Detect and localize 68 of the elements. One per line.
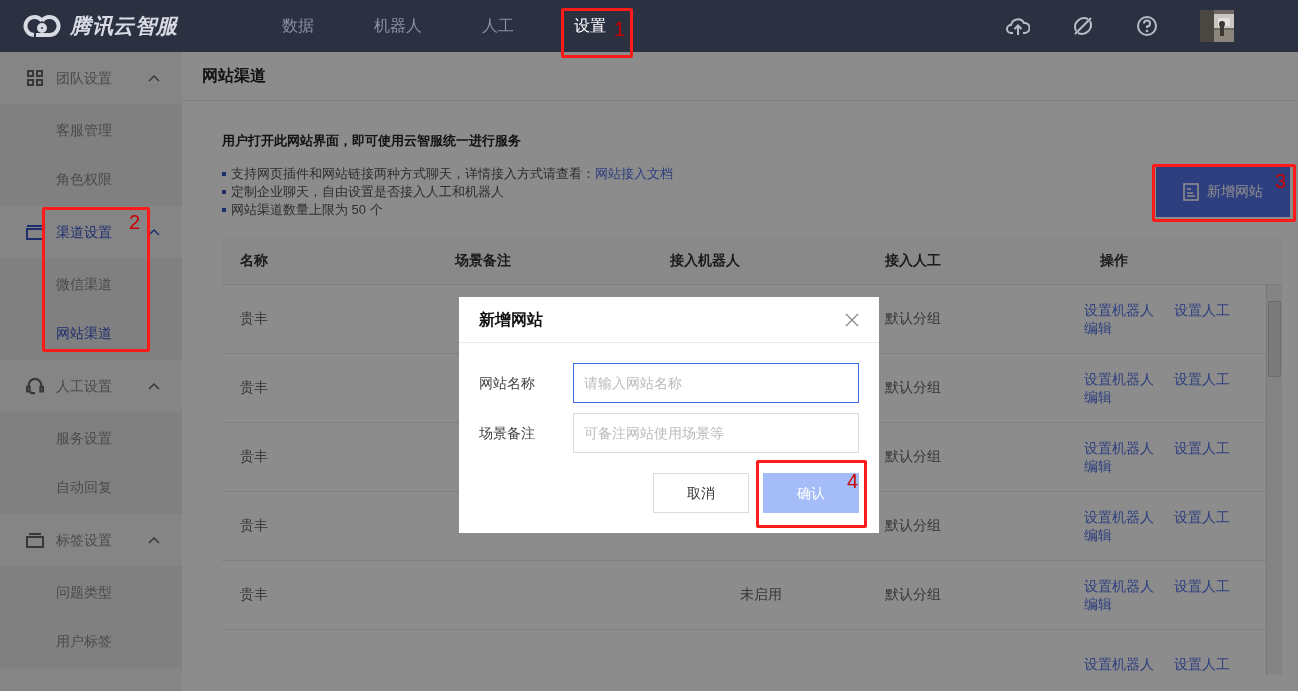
docs-link[interactable]: 网站接入文档 <box>595 164 673 183</box>
action-link[interactable]: 设置机器人 <box>1084 576 1154 595</box>
action-link[interactable]: 设置人工 <box>1174 300 1230 319</box>
table-cell: 默认分组 <box>885 517 941 533</box>
action-link[interactable]: 设置机器人 <box>1084 438 1154 457</box>
folder-icon <box>26 224 44 240</box>
field-label: 场景备注 <box>479 423 536 443</box>
table-cell: 贵丰 <box>240 379 268 395</box>
column-header: 操作 <box>1099 250 1129 270</box>
logo-text: 腾讯云智服 <box>70 13 178 40</box>
bullet-icon <box>222 189 226 194</box>
action-link[interactable]: 设置人工 <box>1174 507 1230 526</box>
cancel-button[interactable]: 取消 <box>653 473 749 513</box>
dialog-title: 新增网站 <box>479 309 543 330</box>
action-link[interactable]: 编辑 <box>1084 318 1112 337</box>
folder-icon <box>26 532 44 548</box>
field-label: 网站名称 <box>479 373 536 393</box>
action-link[interactable]: 编辑 <box>1084 525 1112 544</box>
headset-icon <box>26 377 44 395</box>
nav-tab[interactable]: 设置 <box>574 0 606 52</box>
table-cell: 贵丰 <box>240 448 268 464</box>
help-icon <box>1136 15 1158 37</box>
action-link[interactable]: 编辑 <box>1084 456 1112 475</box>
nav-tab[interactable]: 人工 <box>482 0 514 52</box>
input-field[interactable]: 请输入网站名称 <box>573 363 859 403</box>
table-cell: 未启用 <box>739 586 782 602</box>
table-cell: 贵丰 <box>240 586 268 602</box>
table-cell: 默认分组 <box>885 310 941 326</box>
annotation-number: 1 <box>614 17 626 41</box>
table-cell: 默认分组 <box>885 586 941 602</box>
close-icon <box>845 312 859 327</box>
nav-tab[interactable]: 数据 <box>282 0 314 52</box>
annotation-number: 2 <box>129 210 141 234</box>
column-header: 接入人工 <box>884 250 942 270</box>
nav-tab[interactable]: 机器人 <box>374 0 422 52</box>
action-link[interactable]: 设置机器人 <box>1084 507 1154 526</box>
table-cell: 贵丰 <box>240 310 268 326</box>
action-link[interactable]: 设置人工 <box>1174 438 1230 457</box>
note-text: 定制企业聊天，自由设置是否接入人工和机器人 <box>231 182 504 201</box>
table-cell: 默认分组 <box>885 448 941 464</box>
note-text: 网站渠道数量上限为 50 个 <box>231 200 383 219</box>
action-link[interactable]: 设置机器人 <box>1084 369 1154 388</box>
grid-icon <box>26 70 44 86</box>
cloud-upload-icon <box>1006 15 1030 37</box>
action-link[interactable]: 编辑 <box>1084 387 1112 406</box>
action-link[interactable]: 设置人工 <box>1174 576 1230 595</box>
scrollbar-thumb[interactable] <box>1268 300 1281 377</box>
bullet-icon <box>222 207 226 212</box>
intro-text: 用户打开此网站界面，即可使用云智服统一进行服务 <box>222 132 522 150</box>
page-title: 网站渠道 <box>202 66 266 86</box>
table-cell: 贵丰 <box>240 517 268 533</box>
action-link[interactable]: 设置机器人 <box>1084 654 1154 673</box>
cloud-logo-icon <box>22 13 62 39</box>
action-link[interactable]: 编辑 <box>1084 594 1112 613</box>
column-header: 接入机器人 <box>669 250 741 270</box>
column-header: 场景备注 <box>453 250 512 270</box>
column-header: 名称 <box>239 250 269 270</box>
document-icon <box>1183 182 1199 201</box>
table-cell: 默认分组 <box>885 379 941 395</box>
scrollbar[interactable] <box>1266 284 1282 675</box>
action-link[interactable]: 设置人工 <box>1174 654 1230 673</box>
action-link[interactable]: 设置人工 <box>1174 369 1230 388</box>
compass-off-icon <box>1072 15 1094 37</box>
annotation-number: 3 <box>1275 169 1287 193</box>
note-text: 支持网页插件和网站链接两种方式聊天，详情接入方式请查看： <box>231 164 595 183</box>
action-link[interactable]: 设置机器人 <box>1084 300 1154 319</box>
sidebar-item[interactable]: 网站渠道 <box>0 309 182 358</box>
bullet-icon <box>222 171 226 176</box>
